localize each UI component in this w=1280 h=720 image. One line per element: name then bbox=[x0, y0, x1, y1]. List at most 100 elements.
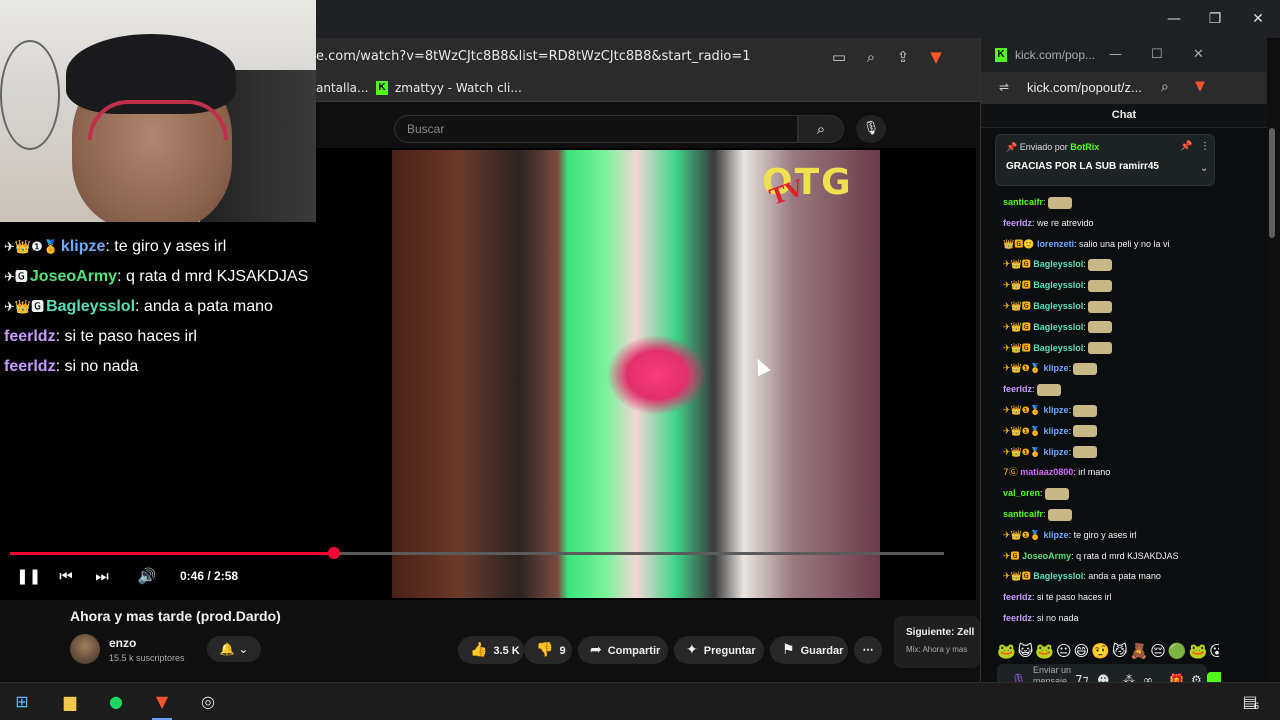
progress-bar[interactable] bbox=[10, 547, 944, 559]
chat-username[interactable]: feerldz bbox=[1003, 384, 1032, 394]
recent-emotes[interactable]: 🐸😺🐸😐😄🤨😼🧸😔🟢🐸😮 bbox=[997, 642, 1219, 664]
chat-message[interactable]: ✈👑❶🏅 klipze: bbox=[1003, 400, 1217, 421]
chat-username[interactable]: klipze bbox=[1044, 405, 1069, 415]
chat-message[interactable]: feerldz: we re atrevido bbox=[1003, 213, 1217, 234]
save-button[interactable]: ⚑ Guardar bbox=[770, 636, 848, 664]
chat-username[interactable]: Bagleysslol bbox=[1033, 280, 1083, 290]
volume-icon[interactable]: 🔊 bbox=[136, 566, 158, 586]
bookmark-item[interactable]: zmattyy - Watch cli... bbox=[395, 81, 522, 95]
dislike-button[interactable]: 👎 9 bbox=[524, 636, 572, 664]
notification-bell-button[interactable]: 🔔 ⌄ bbox=[207, 636, 261, 662]
chat-message[interactable]: ✈🅶 JoseoArmy: q rata d mrd KJSAKDJAS bbox=[1003, 546, 1217, 567]
windows-start-icon[interactable]: ⊞ bbox=[8, 689, 36, 715]
chat-username[interactable]: Bagleysslol bbox=[1033, 301, 1083, 311]
chat-username[interactable]: klipze bbox=[1044, 530, 1069, 540]
chat-username[interactable]: lorenzeti bbox=[1037, 239, 1074, 249]
chat-message[interactable]: 7Ⓖ matiaaz0800: irl mano bbox=[1003, 462, 1217, 483]
chat-message[interactable]: santicaifr: bbox=[1003, 504, 1217, 525]
chat-username[interactable]: klipze bbox=[1044, 447, 1069, 457]
chat-message[interactable]: ✈👑🅶 Bagleysslol: bbox=[1003, 275, 1217, 296]
notification-icon[interactable]: ▤ bbox=[1236, 689, 1264, 715]
file-explorer-icon[interactable]: ▆ bbox=[56, 689, 84, 715]
search-icon[interactable]: ⌕ bbox=[798, 115, 844, 143]
chat-message[interactable]: feerldz: si te paso haces irl bbox=[1003, 587, 1217, 608]
chat-message[interactable]: santicaifr: bbox=[1003, 192, 1217, 213]
chevron-down-icon[interactable]: ⌄ bbox=[1200, 163, 1208, 174]
chat-username[interactable]: Bagleysslol bbox=[1033, 343, 1083, 353]
chat-message-text: : bbox=[1068, 446, 1072, 457]
chat-username[interactable]: klipze bbox=[1044, 363, 1069, 373]
next-video-card[interactable]: Siguiente: Zell Mix: Ahora y mas bbox=[894, 616, 980, 668]
site-settings-icon[interactable]: ⇌ bbox=[999, 80, 1009, 94]
brave-shield-icon[interactable]: ▼ bbox=[926, 47, 946, 67]
chat-message[interactable]: ✈👑🅶 Bagleysslol: bbox=[1003, 296, 1217, 317]
kick-url[interactable]: kick.com/popout/z... bbox=[1027, 80, 1142, 95]
progress-scrubber[interactable] bbox=[328, 547, 341, 559]
chat-username[interactable]: santicaifr bbox=[1003, 197, 1043, 207]
video-frame[interactable]: OTG TV bbox=[392, 150, 880, 598]
bookmark-item[interactable]: antalla... bbox=[316, 81, 368, 95]
brave-icon[interactable]: ▼ bbox=[148, 689, 176, 715]
chat-message-text: : bbox=[1043, 197, 1046, 207]
address-bar[interactable]: e.com/watch?v=8tWzCJtc8B8&list=RD8tWzCJt… bbox=[316, 38, 980, 76]
chat-username[interactable]: Bagleysslol bbox=[1033, 322, 1083, 332]
brave-shield-icon[interactable]: ▼ bbox=[1195, 79, 1205, 94]
minimize-icon[interactable]: — bbox=[1163, 8, 1185, 30]
share-icon[interactable]: ⇪ bbox=[893, 47, 913, 67]
previous-icon[interactable]: ⏮ bbox=[56, 566, 76, 586]
more-options-button[interactable]: ⋯ bbox=[854, 636, 882, 664]
spotify-icon[interactable]: ● bbox=[102, 689, 130, 715]
pinned-message[interactable]: 📌 Enviado por BotRix GRACIAS POR LA SUB … bbox=[995, 134, 1215, 186]
chat-message[interactable]: ✈👑❶🏅 klipze: te giro y ases irl bbox=[1003, 525, 1217, 546]
cast-icon[interactable]: ▭ bbox=[829, 47, 849, 67]
microphone-icon[interactable]: 🎙 bbox=[856, 115, 886, 143]
chat-username[interactable]: feerldz bbox=[1003, 592, 1032, 602]
channel-name[interactable]: enzo bbox=[109, 636, 136, 650]
chat-message[interactable]: ✈👑❶🏅 klipze: bbox=[1003, 442, 1217, 463]
chat-message[interactable]: feerldz: bbox=[1003, 379, 1217, 400]
chat-username[interactable]: Bagleysslol bbox=[1033, 259, 1083, 269]
chat-message[interactable]: ✈👑❶🏅 klipze: bbox=[1003, 358, 1217, 379]
chat-username[interactable]: feerldz bbox=[1003, 613, 1032, 623]
scrollbar[interactable] bbox=[1269, 128, 1277, 718]
chat-username[interactable]: Bagleysslol bbox=[1033, 571, 1083, 581]
chat-message-text: : we re atrevido bbox=[1032, 217, 1094, 228]
close-icon[interactable]: ✕ bbox=[1247, 8, 1269, 30]
like-button[interactable]: 👍 3.5 K bbox=[458, 636, 524, 664]
chat-username[interactable]: santicaifr bbox=[1003, 509, 1043, 519]
emote-image bbox=[1087, 300, 1112, 313]
chat-username[interactable]: klipze bbox=[1044, 426, 1069, 436]
chat-message[interactable]: feerldz: si no nada bbox=[1003, 608, 1217, 629]
overlay-chat-line: feerldz: si te paso haces irl bbox=[4, 322, 384, 352]
pause-icon[interactable]: ❚❚ bbox=[16, 566, 41, 586]
close-icon[interactable]: ✕ bbox=[1193, 47, 1204, 62]
pinned-by-user[interactable]: BotRix bbox=[1070, 142, 1099, 152]
search-input[interactable]: Buscar bbox=[394, 115, 798, 143]
zoom-icon[interactable]: ⌕ bbox=[861, 47, 881, 67]
chat-username[interactable]: val_oren bbox=[1003, 488, 1040, 498]
next-icon[interactable]: ⏭ bbox=[92, 566, 112, 586]
chat-username[interactable]: feerldz bbox=[1003, 218, 1032, 228]
obs-icon[interactable]: ◎ bbox=[194, 689, 222, 715]
minimize-icon[interactable]: — bbox=[1109, 47, 1122, 62]
chat-username[interactable]: JoseoArmy bbox=[1022, 551, 1071, 561]
restore-icon[interactable]: ❐ bbox=[1204, 8, 1226, 30]
ask-button[interactable]: ✦ Preguntar bbox=[674, 636, 764, 664]
unpin-icon[interactable]: 📌 bbox=[1180, 141, 1192, 152]
chat-message[interactable]: ✈👑🅶 Bagleysslol: bbox=[1003, 338, 1217, 359]
avatar[interactable] bbox=[70, 634, 100, 664]
more-icon[interactable]: ⋮ bbox=[1200, 141, 1210, 152]
url-text[interactable]: e.com/watch?v=8tWzCJtc8B8&list=RD8tWzCJt… bbox=[316, 49, 751, 64]
scrollbar-thumb[interactable] bbox=[1269, 128, 1275, 238]
kick-address-bar[interactable]: ⇌ kick.com/popout/z... ⌕ ▼ bbox=[981, 72, 1267, 104]
chat-message[interactable]: ✈👑🅶 Bagleysslol: anda a pata mano bbox=[1003, 566, 1217, 587]
zoom-icon[interactable]: ⌕ bbox=[1161, 79, 1169, 95]
chat-message[interactable]: 👑🅶🙂 lorenzeti: salio una peli y no la vi bbox=[1003, 234, 1217, 255]
chat-username[interactable]: matiaaz0800 bbox=[1020, 467, 1073, 477]
chat-message[interactable]: ✈👑🅶 Bagleysslol: bbox=[1003, 254, 1217, 275]
maximize-icon[interactable]: ☐ bbox=[1151, 47, 1163, 62]
chat-message[interactable]: ✈👑❶🏅 klipze: bbox=[1003, 421, 1217, 442]
chat-message[interactable]: ✈👑🅶 Bagleysslol: bbox=[1003, 317, 1217, 338]
chat-message[interactable]: val_oren: bbox=[1003, 483, 1217, 504]
share-button[interactable]: ➦ Compartir bbox=[578, 636, 668, 664]
